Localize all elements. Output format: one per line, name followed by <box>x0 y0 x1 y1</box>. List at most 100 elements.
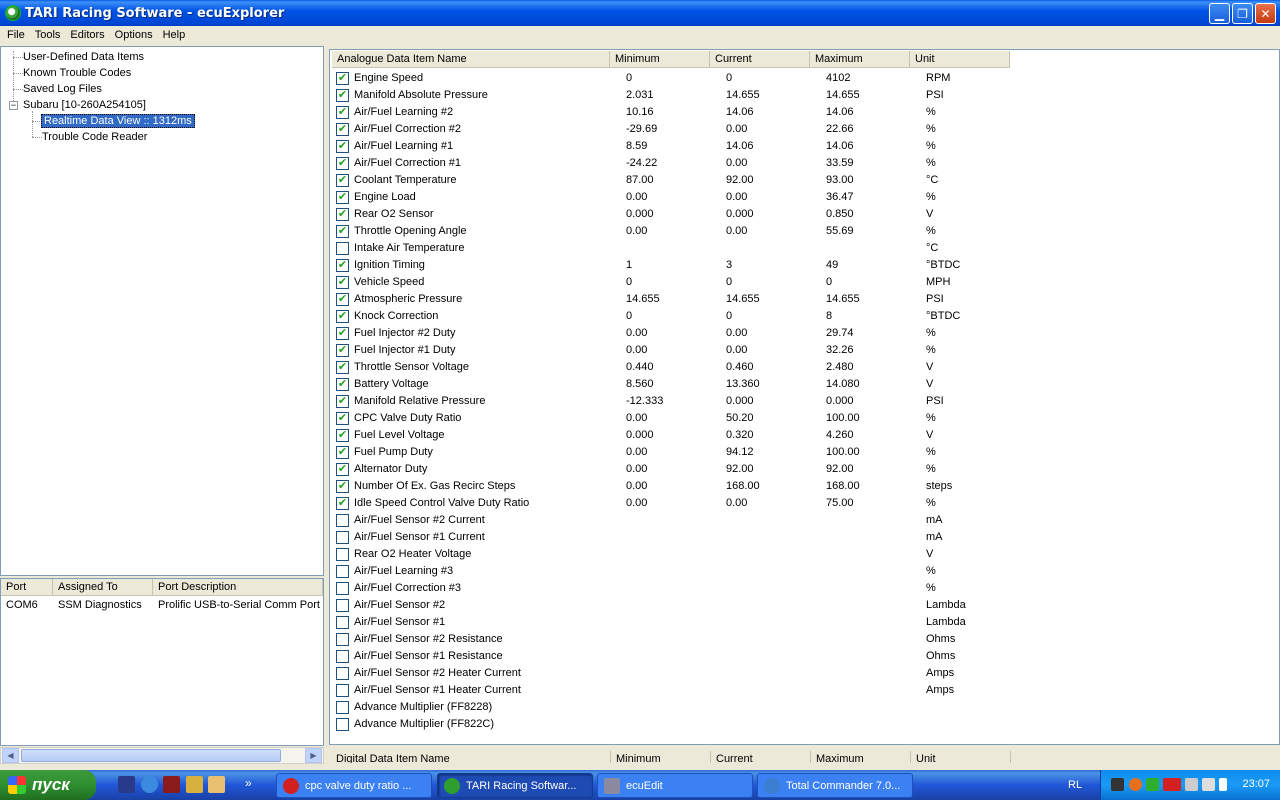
column-header-assigned-to[interactable]: Assigned To <box>53 579 153 595</box>
horizontal-scrollbar[interactable]: ◀ ▶ <box>0 747 324 764</box>
ati-icon[interactable] <box>1163 778 1181 791</box>
table-row[interactable]: Fuel Injector #1 Duty 0.00 0.00 32.26% <box>332 342 1021 359</box>
row-checkbox[interactable] <box>336 344 349 357</box>
column-header-current[interactable]: Current <box>710 51 810 68</box>
menu-file[interactable]: File <box>2 29 30 41</box>
tree-item-user-defined[interactable]: User-Defined Data Items <box>23 49 144 65</box>
row-checkbox[interactable] <box>336 497 349 510</box>
table-row[interactable]: Engine Speed 0 0 4102 RPM <box>332 70 1021 87</box>
table-row[interactable]: Air/Fuel Correction #1 -24.22 0.00 33.59% <box>332 155 1021 172</box>
table-row[interactable]: Air/Fuel Learning #2 10.16 14.06 14.06% <box>332 104 1021 121</box>
table-row[interactable]: Air/Fuel Sensor #2 Resistance Ohms <box>332 631 1021 648</box>
column-header-port[interactable]: Port <box>1 579 53 595</box>
table-row[interactable]: Idle Speed Control Valve Duty Ratio 0.00 0… <box>332 495 1021 512</box>
row-checkbox[interactable] <box>336 72 349 85</box>
internet-explorer-icon[interactable] <box>141 776 158 793</box>
network-icon[interactable] <box>1111 778 1124 791</box>
table-row[interactable]: Air/Fuel Learning #1 8.59 14.06 14.06% <box>332 138 1021 155</box>
menu-tools[interactable]: Tools <box>30 29 66 41</box>
row-checkbox[interactable] <box>336 616 349 629</box>
restore-button[interactable]: ❐ <box>1232 3 1253 24</box>
row-checkbox[interactable] <box>336 191 349 204</box>
tree-item-saved-log-files[interactable]: Saved Log Files <box>23 81 102 97</box>
taskbar-item-tari[interactable]: TARI Racing Softwar... <box>437 773 593 798</box>
row-checkbox[interactable] <box>336 446 349 459</box>
table-row[interactable]: Air/Fuel Sensor #2 Lambda <box>332 597 1021 614</box>
tree-item-realtime-data-view[interactable]: Realtime Data View :: 1312ms <box>41 113 195 129</box>
row-checkbox[interactable] <box>336 548 349 561</box>
row-checkbox[interactable] <box>336 718 349 731</box>
battery-icon[interactable] <box>1219 778 1227 791</box>
column-header-minimum[interactable]: Minimum <box>610 51 710 68</box>
table-row[interactable]: Fuel Injector #2 Duty 0.00 0.00 29.74% <box>332 325 1021 342</box>
row-checkbox[interactable] <box>336 650 349 663</box>
table-row[interactable]: Air/Fuel Sensor #2 Current mA <box>332 512 1021 529</box>
row-checkbox[interactable] <box>336 123 349 136</box>
column-header-digital-current[interactable]: Current <box>711 751 811 763</box>
row-checkbox[interactable] <box>336 293 349 306</box>
row-checkbox[interactable] <box>336 378 349 391</box>
column-header-port-description[interactable]: Port Description <box>153 579 323 595</box>
minimize-button[interactable]: ▁ <box>1209 3 1230 24</box>
table-row[interactable]: Air/Fuel Correction #2 -29.69 0.00 22.66% <box>332 121 1021 138</box>
table-row[interactable]: Advance Multiplier (FF822C) <box>332 716 1021 733</box>
close-button[interactable]: ✕ <box>1255 3 1276 24</box>
table-row[interactable]: Advance Multiplier (FF8228) <box>332 699 1021 716</box>
row-checkbox[interactable] <box>336 514 349 527</box>
row-checkbox[interactable] <box>336 599 349 612</box>
start-button[interactable]: пуск <box>0 770 96 800</box>
row-checkbox[interactable] <box>336 412 349 425</box>
row-checkbox[interactable] <box>336 106 349 119</box>
table-row[interactable]: Air/Fuel Sensor #1 Resistance Ohms <box>332 648 1021 665</box>
quicklaunch-more-icon[interactable]: » <box>245 776 262 793</box>
table-row[interactable]: Intake Air Temperature °C <box>332 240 1021 257</box>
row-checkbox[interactable] <box>336 429 349 442</box>
menu-editors[interactable]: Editors <box>65 29 109 41</box>
row-checkbox[interactable] <box>336 463 349 476</box>
table-row[interactable]: Number Of Ex. Gas Recirc Steps 0.00 168.00… <box>332 478 1021 495</box>
row-checkbox[interactable] <box>336 242 349 255</box>
row-checkbox[interactable] <box>336 276 349 289</box>
language-indicator[interactable]: RL <box>1068 779 1082 791</box>
quicklaunch-tool-icon[interactable] <box>186 776 203 793</box>
row-checkbox[interactable] <box>336 582 349 595</box>
table-row[interactable]: Atmospheric Pressure 14.655 14.655 14.655 PS… <box>332 291 1021 308</box>
row-checkbox[interactable] <box>336 480 349 493</box>
scroll-right-button[interactable]: ▶ <box>305 748 322 763</box>
table-row[interactable]: Ignition Timing 1 3 49 °BTDC <box>332 257 1021 274</box>
row-checkbox[interactable] <box>336 667 349 680</box>
taskbar-item-browser[interactable]: cpc valve duty ratio ... <box>276 773 432 798</box>
tree-item-subaru-ecu[interactable]: Subaru [10-260A254105] <box>23 97 146 113</box>
table-row[interactable]: COM6 SSM Diagnostics Prolific USB-to-Ser… <box>1 596 323 614</box>
table-row[interactable]: Rear O2 Sensor 0.000 0.000 0.850 V <box>332 206 1021 223</box>
taskbar-item-ecuedit[interactable]: ecuEdit <box>597 773 753 798</box>
table-row[interactable]: Vehicle Speed 0 0 0 MPH <box>332 274 1021 291</box>
volume-icon[interactable] <box>1202 778 1215 791</box>
table-row[interactable]: Air/Fuel Learning #3% <box>332 563 1021 580</box>
check-icon[interactable] <box>1146 778 1159 791</box>
title-bar[interactable]: TARI Racing Software - ecuExplorer ▁ ❐ ✕ <box>0 0 1280 26</box>
table-row[interactable]: Coolant Temperature 87.00 92.00 93.00 °C <box>332 172 1021 189</box>
row-checkbox[interactable] <box>336 208 349 221</box>
table-row[interactable]: Rear O2 Heater Voltage V <box>332 546 1021 563</box>
table-row[interactable]: Air/Fuel Sensor #1 Current mA <box>332 529 1021 546</box>
table-row[interactable]: Fuel Level Voltage 0.000 0.320 4.260 V <box>332 427 1021 444</box>
collapse-toggle[interactable]: − <box>9 101 18 110</box>
row-checkbox[interactable] <box>336 259 349 272</box>
column-header-digital-minimum[interactable]: Minimum <box>611 751 711 763</box>
row-checkbox[interactable] <box>336 395 349 408</box>
table-row[interactable]: Knock Correction 0 0 8 °BTDC <box>332 308 1021 325</box>
row-checkbox[interactable] <box>336 361 349 374</box>
table-row[interactable]: Fuel Pump Duty 0.00 94.12 100.00% <box>332 444 1021 461</box>
column-header-digital-unit[interactable]: Unit <box>911 751 1011 763</box>
quicklaunch-folder-icon[interactable] <box>208 776 225 793</box>
row-checkbox[interactable] <box>336 565 349 578</box>
speaker-icon[interactable] <box>1185 778 1198 791</box>
row-checkbox[interactable] <box>336 327 349 340</box>
row-checkbox[interactable] <box>336 701 349 714</box>
table-row[interactable]: Throttle Sensor Voltage 0.440 0.460 2.480 V <box>332 359 1021 376</box>
scroll-left-button[interactable]: ◀ <box>2 748 19 763</box>
table-row[interactable]: Air/Fuel Sensor #2 Heater Current Amps <box>332 665 1021 682</box>
quicklaunch-app-icon[interactable] <box>163 776 180 793</box>
tree-item-trouble-code-reader[interactable]: Trouble Code Reader <box>42 129 147 145</box>
